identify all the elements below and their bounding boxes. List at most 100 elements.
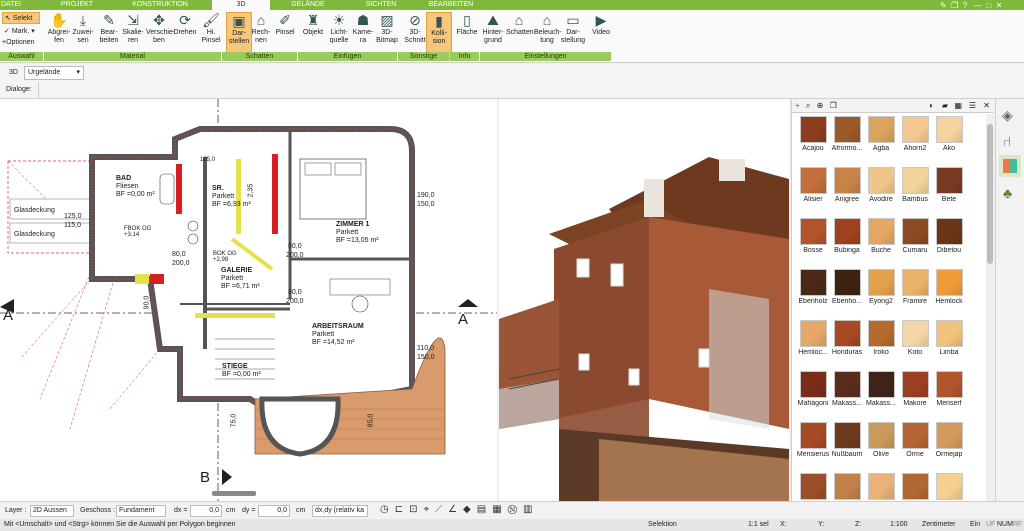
- material-swatch[interactable]: [834, 116, 861, 143]
- layers-icon[interactable]: ◈: [1002, 107, 1013, 124]
- pin-icon[interactable]: ⊕: [817, 101, 824, 110]
- catalog-scrollbar[interactable]: [986, 114, 994, 501]
- floor-plan-view[interactable]: Glasdeckung Glasdeckung A A B BAD Fliesen…: [0, 99, 497, 501]
- tab-konstruktion[interactable]: KONSTRUKTION: [120, 0, 200, 10]
- add-icon[interactable]: +: [795, 101, 800, 110]
- material-swatch[interactable]: [800, 269, 827, 296]
- tree-icon[interactable]: ♣: [1003, 185, 1012, 201]
- ribbon-button-label: Licht- quelle: [329, 29, 349, 44]
- dim-200-a: 200,0: [172, 260, 190, 267]
- dy-input[interactable]: 0,0: [258, 505, 290, 517]
- 3d-view[interactable]: [499, 99, 789, 501]
- help-icon[interactable]: ?: [963, 1, 967, 10]
- material-swatch[interactable]: [868, 167, 895, 194]
- material-swatch[interactable]: [800, 218, 827, 245]
- material-swatch[interactable]: [800, 371, 827, 398]
- options-button[interactable]: +Optionen: [2, 38, 40, 47]
- dx-input[interactable]: 0,0: [190, 505, 222, 517]
- snap-grid-icon[interactable]: ⊡: [409, 504, 423, 515]
- mark-button[interactable]: ✓ Mark. ▾: [2, 26, 40, 36]
- ortho-icon[interactable]: ⊏: [395, 504, 409, 515]
- cursor-icon[interactable]: ⌖: [424, 504, 436, 515]
- floor-plan-canvas[interactable]: [0, 99, 497, 501]
- tab-gel-nde[interactable]: GELÄNDE: [278, 0, 338, 10]
- paint-icon[interactable]: ◐: [929, 99, 934, 113]
- clock-icon[interactable]: ◷: [380, 504, 395, 515]
- tiles-icon[interactable]: ▦: [954, 99, 962, 113]
- grid-icon[interactable]: ▦: [492, 504, 507, 515]
- close-button[interactable]: ✕: [996, 1, 1003, 10]
- material-label: Olive: [873, 451, 889, 458]
- restore-icon[interactable]: ❐: [951, 1, 958, 10]
- material-swatch[interactable]: [936, 422, 963, 449]
- angle-icon[interactable]: ∠: [448, 504, 463, 515]
- terrain-select[interactable]: Urgelände ▾: [24, 66, 84, 80]
- material-swatch[interactable]: [902, 422, 929, 449]
- material-swatch[interactable]: [868, 320, 895, 347]
- material-swatch[interactable]: [868, 422, 895, 449]
- material-swatch[interactable]: [800, 116, 827, 143]
- layer-select[interactable]: 2D Aussen: [30, 505, 74, 517]
- copy-icon[interactable]: ❐: [830, 101, 837, 110]
- material-swatch[interactable]: [834, 269, 861, 296]
- material-swatch[interactable]: [868, 116, 895, 143]
- tab-sichten[interactable]: SICHTEN: [350, 0, 412, 10]
- material-swatch[interactable]: [800, 167, 827, 194]
- wall-icon[interactable]: ▥: [523, 504, 538, 515]
- material-swatch[interactable]: [902, 269, 929, 296]
- material-swatch[interactable]: [868, 473, 895, 500]
- material-swatch[interactable]: [868, 218, 895, 245]
- material-swatch[interactable]: [902, 167, 929, 194]
- material-swatch[interactable]: [902, 371, 929, 398]
- line-icon[interactable]: ⟋: [435, 504, 448, 515]
- north-icon[interactable]: Ⓝ: [508, 504, 523, 515]
- material-swatch[interactable]: [902, 320, 929, 347]
- geschoss-select[interactable]: Fundament: [116, 505, 166, 517]
- tab-3d[interactable]: 3D: [212, 0, 270, 10]
- minimize-button[interactable]: —: [974, 1, 982, 10]
- tab-bearbeiten[interactable]: BEARBEITEN: [418, 0, 484, 10]
- room-galerie: GALERIE Parkett BF =6,71 m²: [221, 267, 260, 290]
- material-swatch[interactable]: [936, 320, 963, 347]
- 3d-house-render[interactable]: [499, 99, 789, 501]
- material-swatch[interactable]: [936, 473, 963, 500]
- material-swatch[interactable]: [936, 167, 963, 194]
- material-swatch[interactable]: [902, 473, 929, 500]
- room-arbeitsraum: ARBEITSRAUM Parkett BF =14,52 m²: [312, 323, 364, 346]
- maximize-button[interactable]: □: [986, 1, 991, 10]
- plan-horizontal-scrollbar[interactable]: [212, 491, 256, 496]
- status-scale: 1:100: [890, 521, 908, 528]
- chair-icon[interactable]: ⑁: [1003, 133, 1011, 149]
- list-icon[interactable]: ☰: [969, 99, 976, 113]
- folder-icon[interactable]: ▰: [942, 99, 948, 113]
- material-swatch[interactable]: [936, 218, 963, 245]
- material-swatch[interactable]: [834, 371, 861, 398]
- material-swatch[interactable]: [834, 473, 861, 500]
- material-swatch[interactable]: [834, 422, 861, 449]
- room-bad: BAD Fliesen BF =0,00 m²: [116, 175, 155, 198]
- coordinate-mode-select[interactable]: dx,dy (relativ ka: [312, 505, 368, 517]
- layer-view-icon[interactable]: ▤: [477, 504, 492, 515]
- search-icon[interactable]: ⌕: [806, 101, 810, 110]
- pen-icon[interactable]: ✎: [940, 1, 947, 10]
- room-zimmer-1: ZIMMER 1 Parkett BF =13,05 m²: [336, 221, 379, 244]
- material-swatch[interactable]: [800, 320, 827, 347]
- material-swatch[interactable]: [800, 422, 827, 449]
- material-swatch[interactable]: [936, 116, 963, 143]
- plane-icon[interactable]: ◆: [463, 504, 477, 515]
- material-swatch[interactable]: [936, 371, 963, 398]
- select-button[interactable]: ↖ Selekt: [2, 12, 40, 24]
- material-swatch[interactable]: [868, 371, 895, 398]
- material-swatch[interactable]: [868, 269, 895, 296]
- material-swatch[interactable]: [834, 167, 861, 194]
- material-swatch[interactable]: [936, 269, 963, 296]
- material-swatch[interactable]: [902, 116, 929, 143]
- tab-datei[interactable]: DATEI: [0, 0, 22, 10]
- material-swatch[interactable]: [902, 218, 929, 245]
- close-panel-icon[interactable]: ✕: [983, 99, 990, 113]
- material-swatch[interactable]: [834, 320, 861, 347]
- tab-projekt[interactable]: PROJEKT: [42, 0, 112, 10]
- material-panel-tab[interactable]: [999, 155, 1021, 177]
- material-swatch[interactable]: [800, 473, 827, 500]
- material-swatch[interactable]: [834, 218, 861, 245]
